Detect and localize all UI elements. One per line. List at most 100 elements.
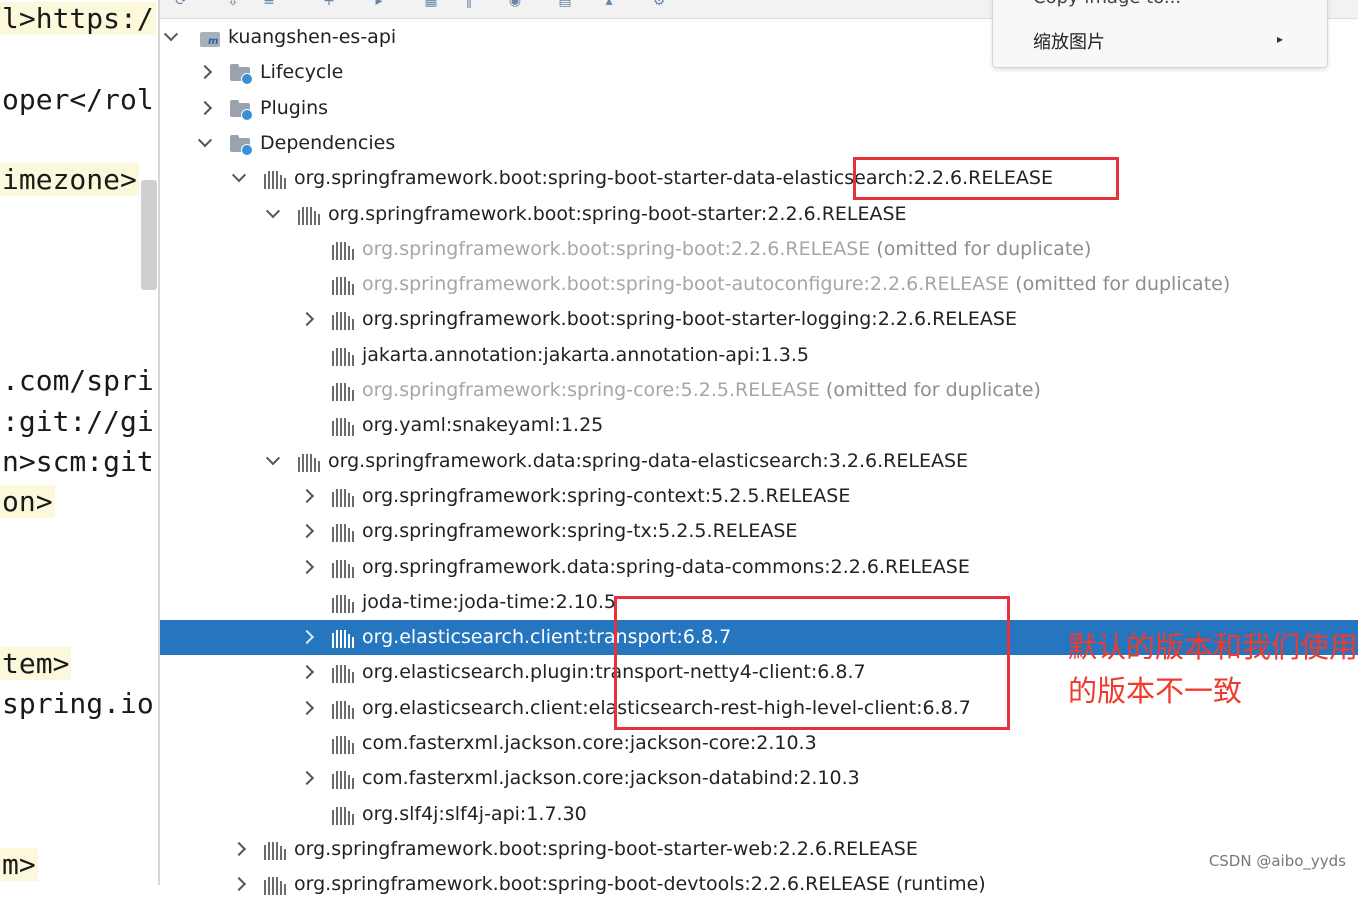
tree-row-label: org.yaml:snakeyaml:1.25 bbox=[362, 414, 603, 436]
library-icon bbox=[332, 699, 356, 719]
code-editor[interactable]: l>https:/ oper</rol imezone> .com/spri:git:… bbox=[0, 0, 158, 885]
dependency-name: org.springframework.boot:spring-boot-dev… bbox=[294, 873, 986, 896]
tree-row-label: joda-time:joda-time:2.10.5 bbox=[362, 591, 616, 613]
tree-row-label: Lifecycle bbox=[260, 61, 343, 83]
tree-row[interactable]: org.springframework.boot:spring-boot-sta… bbox=[160, 197, 1358, 232]
chevron-down-icon[interactable] bbox=[231, 168, 247, 187]
library-icon bbox=[298, 452, 322, 472]
tree-row[interactable]: org.springframework.boot:spring-boot-sta… bbox=[160, 832, 1358, 867]
tree-row-label: Plugins bbox=[260, 97, 328, 119]
library-icon bbox=[332, 416, 356, 437]
library-icon bbox=[332, 558, 356, 578]
code-line: :git://gi bbox=[2, 405, 154, 438]
menu-item-copy-image[interactable]: Copy image to... bbox=[1033, 0, 1181, 8]
annotation-note: 默认的版本和我们使用的版本不一致 bbox=[1068, 630, 1358, 708]
execute-goal-icon[interactable]: ▦ bbox=[422, 0, 440, 8]
dependency-name: kuangshen-es-api bbox=[228, 26, 397, 48]
omitted-note: (omitted for duplicate) bbox=[819, 379, 1041, 401]
chevron-down-icon[interactable] bbox=[197, 132, 213, 152]
tree-row[interactable]: org.springframework.data:spring-data-com… bbox=[160, 550, 1358, 585]
library-icon bbox=[264, 875, 288, 896]
chevron-down-icon[interactable] bbox=[163, 27, 179, 46]
settings-icon[interactable]: ⚙ bbox=[650, 0, 668, 8]
chevron-right-icon[interactable] bbox=[299, 699, 315, 717]
show-dependencies-icon[interactable]: ▤ bbox=[556, 0, 574, 8]
dependency-name: org.springframework.boot:spring-boot-aut… bbox=[362, 273, 1010, 296]
code-line: n>scm:git bbox=[2, 445, 154, 478]
tree-row[interactable]: com.fasterxml.jackson.core:jackson-core:… bbox=[160, 726, 1358, 761]
chevron-right-icon[interactable] bbox=[299, 769, 315, 787]
tree-row-label: org.springframework.boot:spring-boot-aut… bbox=[362, 273, 1230, 295]
chevron-right-icon[interactable] bbox=[197, 99, 213, 117]
folder-icon bbox=[230, 134, 253, 156]
code-line: oper</rol bbox=[2, 83, 154, 116]
download-icon[interactable]: ≡ bbox=[260, 0, 278, 8]
tree-row[interactable]: org.springframework:spring-context:5.2.5… bbox=[160, 479, 1358, 514]
dependency-name: org.slf4j:slf4j-api:1.7.30 bbox=[362, 802, 587, 825]
tree-row[interactable]: org.springframework.boot:spring-boot-sta… bbox=[160, 302, 1358, 337]
tree-row[interactable]: org.springframework.boot:spring-boot-sta… bbox=[160, 161, 1358, 196]
code-line: on> bbox=[0, 485, 55, 518]
tree-row[interactable]: Plugins bbox=[160, 91, 1358, 126]
library-icon bbox=[332, 628, 356, 649]
run-icon[interactable]: ▸ bbox=[370, 0, 388, 8]
chevron-right-icon[interactable] bbox=[299, 310, 315, 328]
maven-tool-window: ⟳ ⇩ ≡ + ▸ ▦ ∥ ◉ ▤ ▴ ⚙ m kuangshen-es-api L… bbox=[160, 0, 1358, 896]
dependency-name: joda-time:joda-time:2.10.5 bbox=[362, 590, 617, 613]
skip-tests-icon[interactable]: ◉ bbox=[506, 0, 524, 8]
dependency-name: org.springframework.boot:spring-boot-sta… bbox=[328, 202, 907, 225]
library-icon bbox=[332, 240, 356, 260]
dependency-name: org.springframework.boot:spring-boot-sta… bbox=[362, 308, 1017, 331]
tree-row[interactable]: com.fasterxml.jackson.core:jackson-datab… bbox=[160, 761, 1358, 796]
chevron-right-icon[interactable] bbox=[197, 63, 213, 81]
chevron-right-icon[interactable] bbox=[299, 663, 315, 681]
tree-row-label: org.springframework.boot:spring-boot-sta… bbox=[328, 203, 907, 225]
chevron-right-icon[interactable] bbox=[299, 628, 315, 646]
chevron-right-icon[interactable] bbox=[231, 840, 247, 858]
tree-row-label: com.fasterxml.jackson.core:jackson-core:… bbox=[362, 732, 817, 754]
reload-icon[interactable]: ⟳ bbox=[172, 0, 190, 8]
tree-row[interactable]: org.slf4j:slf4j-api:1.7.30 bbox=[160, 797, 1358, 832]
chevron-down-icon[interactable] bbox=[265, 450, 281, 470]
chevron-right-icon[interactable] bbox=[299, 487, 315, 505]
library-icon bbox=[332, 663, 356, 684]
tree-row[interactable]: org.yaml:snakeyaml:1.25 bbox=[160, 408, 1358, 443]
code-line: l>https:/ bbox=[0, 2, 156, 35]
menu-item-zoom-image[interactable]: 缩放图片 bbox=[1033, 28, 1105, 54]
add-project-icon[interactable]: + bbox=[320, 0, 338, 8]
code-line: spring.io bbox=[2, 687, 154, 720]
chevron-right-icon[interactable] bbox=[299, 558, 315, 576]
tree-row[interactable]: Dependencies bbox=[160, 126, 1358, 161]
dependency-name: org.springframework.data:spring-data-ela… bbox=[328, 449, 969, 472]
tree-row-label: kuangshen-es-api bbox=[228, 26, 396, 48]
submenu-arrow-icon: ▸ bbox=[1277, 32, 1284, 46]
chevron-right-icon[interactable] bbox=[299, 522, 315, 540]
tree-row-label: org.springframework:spring-tx:5.2.5.RELE… bbox=[362, 520, 797, 542]
toggle-offline-icon[interactable]: ∥ bbox=[460, 0, 478, 8]
chevron-down-icon[interactable] bbox=[265, 203, 281, 223]
tree-row[interactable]: org.springframework:spring-core:5.2.5.RE… bbox=[160, 373, 1358, 408]
collapse-all-icon[interactable]: ▴ bbox=[600, 0, 618, 8]
tree-row[interactable]: org.springframework.boot:spring-boot-aut… bbox=[160, 267, 1358, 302]
tree-row-label: org.slf4j:slf4j-api:1.7.30 bbox=[362, 803, 587, 825]
generate-sources-icon[interactable]: ⇩ bbox=[224, 0, 242, 8]
chevron-right-icon[interactable] bbox=[231, 875, 247, 893]
tree-row-label: org.springframework:spring-context:5.2.5… bbox=[362, 485, 850, 507]
tree-row-label: Dependencies bbox=[260, 132, 395, 154]
tree-row-label: org.springframework.boot:spring-boot:2.2… bbox=[362, 238, 1091, 260]
tree-row[interactable]: org.springframework.boot:spring-boot:2.2… bbox=[160, 232, 1358, 267]
annotation-box-elasticsearch-versions bbox=[614, 596, 1010, 730]
folder-icon bbox=[230, 63, 253, 86]
library-icon bbox=[332, 275, 356, 296]
dependency-name: jakarta.annotation:jakarta.annotation-ap… bbox=[362, 343, 810, 366]
library-icon bbox=[332, 734, 356, 754]
library-icon bbox=[264, 840, 288, 860]
tree-row[interactable]: org.springframework:spring-tx:5.2.5.RELE… bbox=[160, 514, 1358, 549]
dependency-name: com.fasterxml.jackson.core:jackson-datab… bbox=[362, 767, 860, 790]
tree-row[interactable]: org.springframework.data:spring-data-ela… bbox=[160, 444, 1358, 479]
editor-scrollbar[interactable] bbox=[141, 180, 157, 290]
dependency-name: Lifecycle bbox=[260, 61, 344, 84]
library-icon bbox=[298, 205, 322, 225]
tree-row[interactable]: jakarta.annotation:jakarta.annotation-ap… bbox=[160, 338, 1358, 373]
tree-row-label: org.springframework.boot:spring-boot-dev… bbox=[294, 873, 986, 895]
